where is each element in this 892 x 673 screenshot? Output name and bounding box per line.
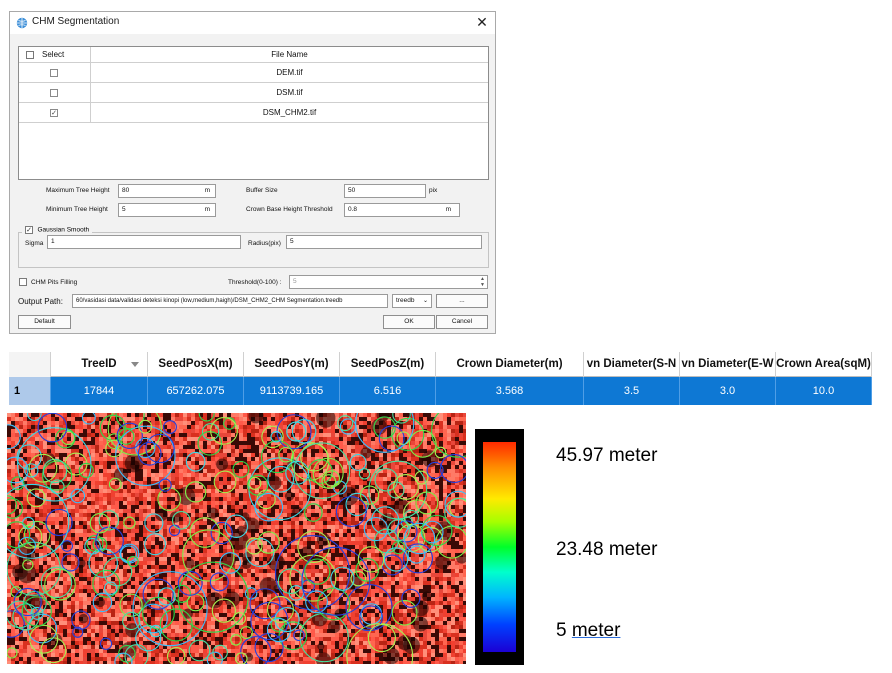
sigma-label: Sigma [25, 240, 44, 247]
column-header-crown-diameter[interactable]: Crown Diameter(m) [436, 352, 584, 377]
colorbar-gradient [483, 442, 516, 652]
file-checkbox[interactable] [50, 89, 58, 97]
file-row[interactable]: ✓ DSM_CHM2.tif [19, 103, 488, 123]
max-tree-height-label: Maximum Tree Height [46, 187, 110, 194]
column-header-treeid[interactable]: TreeID [51, 352, 148, 377]
file-name: DSM_CHM2.tif [262, 108, 317, 117]
dialog-title: CHM Segmentation [32, 16, 120, 27]
sort-desc-icon [131, 362, 139, 367]
buffer-size-label: Buffer Size [246, 187, 278, 194]
title-bar: CHM Segmentation ✕ [10, 12, 495, 34]
file-list: Select File Name DEM.tif DSM.tif ✓ DSM_C… [18, 46, 489, 180]
table-header: TreeID SeedPosX(m) SeedPosY(m) SeedPosZ(… [9, 352, 872, 377]
crown-base-height-label: Crown Base Height Threshold [246, 206, 333, 213]
row-index-header[interactable] [9, 352, 51, 377]
radius-input[interactable]: 5 [286, 235, 482, 249]
max-tree-height-unit: m [204, 187, 210, 194]
max-tree-height-input[interactable]: 80 m [118, 184, 216, 198]
colorbar-max-label: 45.97 meter [556, 445, 658, 466]
file-checkbox-checked[interactable]: ✓ [50, 109, 58, 117]
gaussian-smooth-label: Gaussian Smooth [37, 226, 90, 234]
min-tree-height-unit: m [204, 206, 210, 213]
close-icon[interactable]: ✕ [474, 14, 490, 30]
tree-attribute-table: TreeID SeedPosX(m) SeedPosY(m) SeedPosZ(… [9, 352, 872, 406]
chevron-down-icon: ⌄ [422, 298, 428, 304]
cell-diameter-sn[interactable]: 3.5 [584, 377, 680, 405]
threshold-label: Threshold(0-100) : [228, 279, 282, 286]
sigma-input[interactable]: 1 [47, 235, 241, 249]
cell-seedposz[interactable]: 6.516 [340, 377, 436, 405]
file-checkbox[interactable] [50, 69, 58, 77]
min-tree-height-label: Minimum Tree Height [46, 206, 108, 213]
buffer-size-input[interactable]: 50 [344, 184, 426, 198]
select-header-label: Select [42, 50, 65, 59]
chm-pits-filling-label: CHM Pits Filling [31, 279, 78, 286]
output-format-select[interactable]: treedb ⌄ [392, 294, 432, 308]
colorbar-min-label: 5 meter [556, 620, 621, 641]
cancel-button[interactable]: Cancel [436, 315, 488, 329]
file-name: DSM.tif [276, 88, 303, 97]
file-row[interactable]: DEM.tif [19, 63, 488, 83]
file-name-column-header: File Name [91, 47, 488, 63]
column-header-seedposx[interactable]: SeedPosX(m) [148, 352, 244, 377]
colorbar-mid-label: 23.48 meter [556, 539, 658, 560]
column-header-crown-area[interactable]: Crown Area(sqM) [776, 352, 872, 377]
cell-seedposy[interactable]: 9113739.165 [244, 377, 340, 405]
cell-diameter-ew[interactable]: 3.0 [680, 377, 776, 405]
cell-treeid[interactable]: 17844 [51, 377, 148, 405]
chm-segmentation-dialog: CHM Segmentation ✕ Select File Name DEM.… [9, 11, 496, 334]
gaussian-smooth-checkbox[interactable]: ✓ [25, 225, 33, 234]
table-row[interactable]: 1 17844 657262.075 9113739.165 6.516 3.5… [9, 377, 872, 405]
column-header-seedposz[interactable]: SeedPosZ(m) [340, 352, 436, 377]
column-header-diameter-sn[interactable]: vn Diameter(S-N [584, 352, 680, 377]
threshold-spinner-icon[interactable]: ▲ ▼ [480, 276, 485, 288]
cell-seedposx[interactable]: 657262.075 [148, 377, 244, 405]
app-globe-icon [16, 17, 28, 29]
crown-base-height-unit: m [445, 206, 451, 213]
cell-crown-area[interactable]: 10.0 [776, 377, 872, 405]
file-name: DEM.tif [276, 68, 303, 77]
threshold-input[interactable]: 5 ▲ ▼ [289, 275, 488, 289]
chm-segmentation-map[interactable] [7, 413, 466, 664]
output-path-input[interactable]: 60/vasidasi data/validasi deteksi kinopi… [72, 294, 388, 308]
browse-button[interactable]: ... [436, 294, 488, 308]
default-button[interactable]: Default [18, 315, 71, 329]
height-colorbar [475, 429, 524, 665]
file-row[interactable]: DSM.tif [19, 83, 488, 103]
radius-label: Radius(pix) [248, 240, 281, 247]
row-index-cell[interactable]: 1 [9, 377, 51, 405]
select-all-checkbox[interactable] [26, 51, 34, 59]
column-header-seedposy[interactable]: SeedPosY(m) [244, 352, 340, 377]
select-column-header: Select [19, 47, 91, 63]
buffer-size-unit: pix [429, 187, 438, 194]
output-path-label: Output Path: [18, 297, 63, 306]
min-tree-height-input[interactable]: 5 m [118, 203, 216, 217]
crown-base-height-input[interactable]: 0.8 m [344, 203, 460, 217]
gaussian-smooth-legend: ✓ Gaussian Smooth [22, 221, 93, 234]
column-header-diameter-ew[interactable]: vn Diameter(E-W [680, 352, 776, 377]
cell-crown-diameter[interactable]: 3.568 [436, 377, 584, 405]
chm-pits-filling-checkbox[interactable] [19, 278, 27, 286]
ok-button[interactable]: OK [383, 315, 435, 329]
